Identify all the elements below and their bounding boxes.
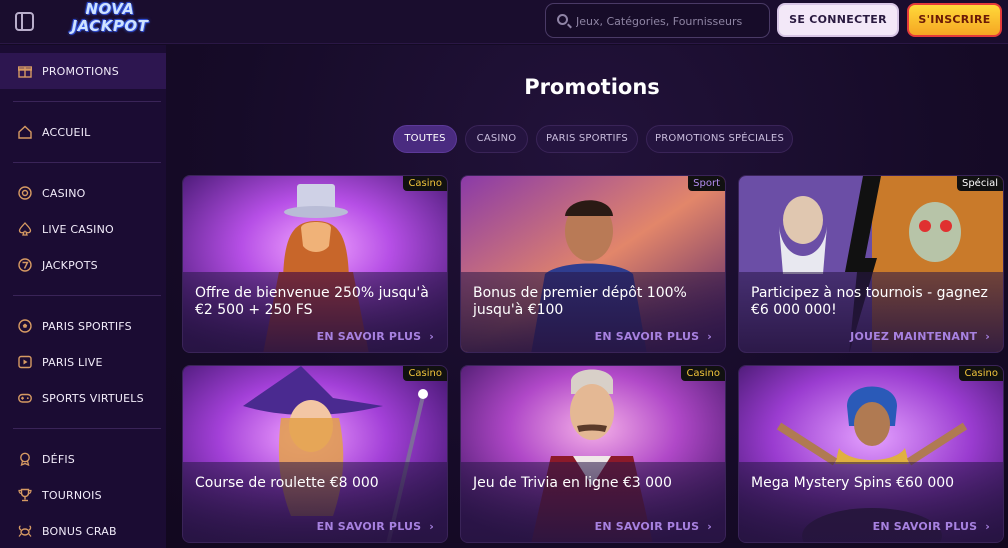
sidebar-item-label: CASINO	[42, 186, 86, 200]
gamepad-icon	[18, 391, 32, 405]
sidebar-divider	[13, 101, 161, 102]
card-cta-label: EN SAVOIR PLUS	[316, 330, 422, 343]
sidebar-item-label: SPORTS VIRTUELS	[42, 391, 144, 405]
promo-card-welcome[interactable]: Casino Offre de bienvenue 250% jusqu'à €…	[182, 175, 448, 353]
spade-icon	[18, 222, 32, 236]
login-button[interactable]: SE CONNECTER	[777, 3, 899, 37]
sidebar-item-sports-virtuels[interactable]: SPORTS VIRTUELS	[0, 380, 166, 416]
sidebar-item-defis[interactable]: DÉFIS	[0, 441, 166, 477]
logo-line-1: NOVA	[85, 0, 135, 18]
main-content: Promotions TOUTES CASINO PARIS SPORTIFS …	[166, 45, 1008, 548]
card-cta-label: JOUEZ MAINTENANT	[850, 330, 978, 343]
card-title: Participez à nos tournois - gagnez €6 00…	[751, 285, 988, 318]
site-logo[interactable]: NOVA JACKPOT	[60, 1, 160, 41]
search-icon	[557, 14, 568, 25]
card-title: Bonus de premier dépôt 100% jusqu'à €100	[473, 285, 687, 318]
card-category-badge: Spécial	[956, 176, 1003, 191]
card-title: Mega Mystery Spins €60 000	[751, 475, 955, 491]
promo-card-mystery-spins[interactable]: Casino Mega Mystery Spins €60 000 EN SAV…	[738, 365, 1004, 543]
sidebar-item-label: PARIS LIVE	[42, 355, 103, 369]
sidebar-item-tournois[interactable]: TOURNOIS	[0, 477, 166, 513]
sidebar-item-casino[interactable]: CASINO	[0, 175, 166, 211]
card-cta-link[interactable]: EN SAVOIR PLUS ›	[873, 520, 990, 533]
trophy-icon	[18, 488, 32, 502]
sidebar-item-paris-sportifs[interactable]: PARIS SPORTIFS	[0, 308, 166, 344]
card-cta-label: EN SAVOIR PLUS	[594, 520, 700, 533]
chevron-right-icon: ›	[707, 330, 712, 343]
card-title: Jeu de Trivia en ligne €3 000	[473, 475, 672, 491]
sidebar-item-paris-live[interactable]: PARIS LIVE	[0, 344, 166, 380]
sidebar-item-label: JACKPOTS	[42, 258, 98, 272]
sidebar-divider	[13, 162, 161, 163]
promo-card-sport-deposit[interactable]: Sport Bonus de premier dépôt 100% jusqu'…	[460, 175, 726, 353]
sidebar-divider	[13, 295, 161, 296]
sidebar-item-label: BONUS CRAB	[42, 524, 117, 538]
card-cta-link[interactable]: JOUEZ MAINTENANT ›	[850, 330, 990, 343]
chevron-right-icon: ›	[985, 330, 990, 343]
sidebar-item-accueil[interactable]: ACCUEIL	[0, 114, 166, 150]
sidebar-item-label: LIVE CASINO	[42, 222, 114, 236]
card-cta-link[interactable]: EN SAVOIR PLUS ›	[317, 520, 434, 533]
sidebar-item-label: PARIS SPORTIFS	[42, 319, 132, 333]
medal-icon	[18, 452, 32, 467]
card-cta-label: EN SAVOIR PLUS	[316, 520, 422, 533]
top-header: NOVA JACKPOT SE CONNECTER S'INSCRIRE	[0, 0, 1008, 44]
card-cta-link[interactable]: EN SAVOIR PLUS ›	[595, 520, 712, 533]
promo-card-trivia[interactable]: Casino Jeu de Trivia en ligne €3 000 EN …	[460, 365, 726, 543]
tab-toutes[interactable]: TOUTES	[393, 125, 457, 153]
signup-button[interactable]: S'INSCRIRE	[907, 3, 1002, 37]
tab-promotions-speciales[interactable]: PROMOTIONS SPÉCIALES	[646, 125, 793, 153]
home-icon	[18, 125, 32, 139]
football-icon	[18, 319, 32, 333]
card-cta-link[interactable]: EN SAVOIR PLUS ›	[317, 330, 434, 343]
card-category-badge: Casino	[681, 366, 725, 381]
card-category-badge: Sport	[688, 176, 725, 191]
sidebar-item-label: DÉFIS	[42, 452, 75, 466]
promo-card-tournament[interactable]: Spécial Participez à nos tournois - gagn…	[738, 175, 1004, 353]
sidebar-item-label: TOURNOIS	[42, 488, 102, 502]
search-input[interactable]	[576, 12, 764, 30]
card-cta-label: EN SAVOIR PLUS	[872, 520, 978, 533]
sidebar-item-bonus-crab[interactable]: BONUS CRAB	[0, 513, 166, 548]
card-cta-link[interactable]: EN SAVOIR PLUS ›	[595, 330, 712, 343]
play-icon	[18, 355, 32, 369]
gift-box-icon	[17, 64, 33, 78]
chevron-right-icon: ›	[985, 520, 990, 533]
sidebar-toggle-icon[interactable]	[15, 12, 34, 31]
chevron-right-icon: ›	[429, 330, 434, 343]
search-box[interactable]	[545, 3, 770, 38]
page-title: Promotions	[524, 75, 660, 99]
sidebar-item-label: ACCUEIL	[42, 125, 91, 139]
sidebar-item-live-casino[interactable]: LIVE CASINO	[0, 211, 166, 247]
crab-icon	[18, 524, 32, 538]
sidebar: PROMOTIONS ACCUEIL CASINO LIVE CASINO JA…	[0, 45, 166, 548]
casino-chip-icon	[18, 186, 32, 200]
logo-line-2: JACKPOT	[71, 17, 149, 35]
sidebar-item-label: PROMOTIONS	[42, 64, 119, 78]
promo-card-roulette[interactable]: Casino Course de roulette €8 000 EN SAVO…	[182, 365, 448, 543]
card-category-badge: Casino	[403, 366, 447, 381]
sidebar-divider	[13, 428, 161, 429]
tab-casino[interactable]: CASINO	[465, 125, 528, 153]
chevron-right-icon: ›	[707, 520, 712, 533]
chevron-right-icon: ›	[429, 520, 434, 533]
tab-paris-sportifs[interactable]: PARIS SPORTIFS	[536, 125, 638, 153]
card-category-badge: Casino	[959, 366, 1003, 381]
card-category-badge: Casino	[403, 176, 447, 191]
card-title: Course de roulette €8 000	[195, 475, 379, 491]
seven-icon	[18, 258, 32, 272]
card-title: Offre de bienvenue 250% jusqu'à €2 500 +…	[195, 285, 429, 318]
sidebar-item-jackpots[interactable]: JACKPOTS	[0, 247, 166, 283]
sidebar-item-promotions[interactable]: PROMOTIONS	[0, 53, 166, 89]
card-cta-label: EN SAVOIR PLUS	[594, 330, 700, 343]
